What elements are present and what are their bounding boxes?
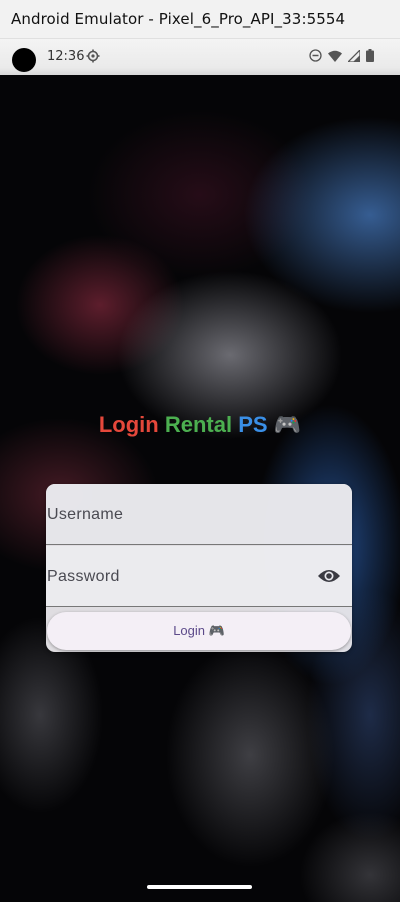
gesture-nav-handle[interactable] [147, 885, 252, 889]
camera-cutout [12, 48, 36, 72]
login-card: Username Password Login 🎮 [46, 484, 352, 652]
page-title: Login Rental PS 🎮 [0, 412, 400, 438]
window-title: Android Emulator - Pixel_6_Pro_API_33:55… [11, 10, 346, 28]
wifi-icon [328, 50, 342, 62]
login-button[interactable]: Login 🎮 [47, 612, 351, 650]
phone-screen: 12:36 Login Rental PS 🎮 Username Passwor… [0, 39, 400, 902]
signal-icon [348, 49, 360, 62]
password-placeholder: Password [47, 568, 120, 585]
window-titlebar[interactable]: Android Emulator - Pixel_6_Pro_API_33:55… [0, 0, 400, 39]
login-button-label: Login 🎮 [173, 623, 225, 638]
status-time: 12:36 [47, 49, 85, 64]
title-word-rental: Rental [164, 412, 233, 437]
do-not-disturb-icon [309, 49, 322, 62]
username-placeholder: Username [47, 506, 124, 523]
emulator-window: Android Emulator - Pixel_6_Pro_API_33:55… [0, 0, 400, 902]
gamepad-emoji-icon: 🎮 [273, 412, 302, 437]
status-bar: 12:36 [0, 39, 400, 75]
settings-gear-icon [86, 49, 100, 63]
username-field[interactable]: Username [46, 484, 352, 545]
title-word-login: Login [98, 412, 159, 437]
password-field[interactable]: Password [46, 546, 352, 607]
battery-icon [366, 49, 374, 62]
title-word-ps: PS [238, 412, 268, 437]
eye-icon[interactable] [317, 566, 341, 586]
